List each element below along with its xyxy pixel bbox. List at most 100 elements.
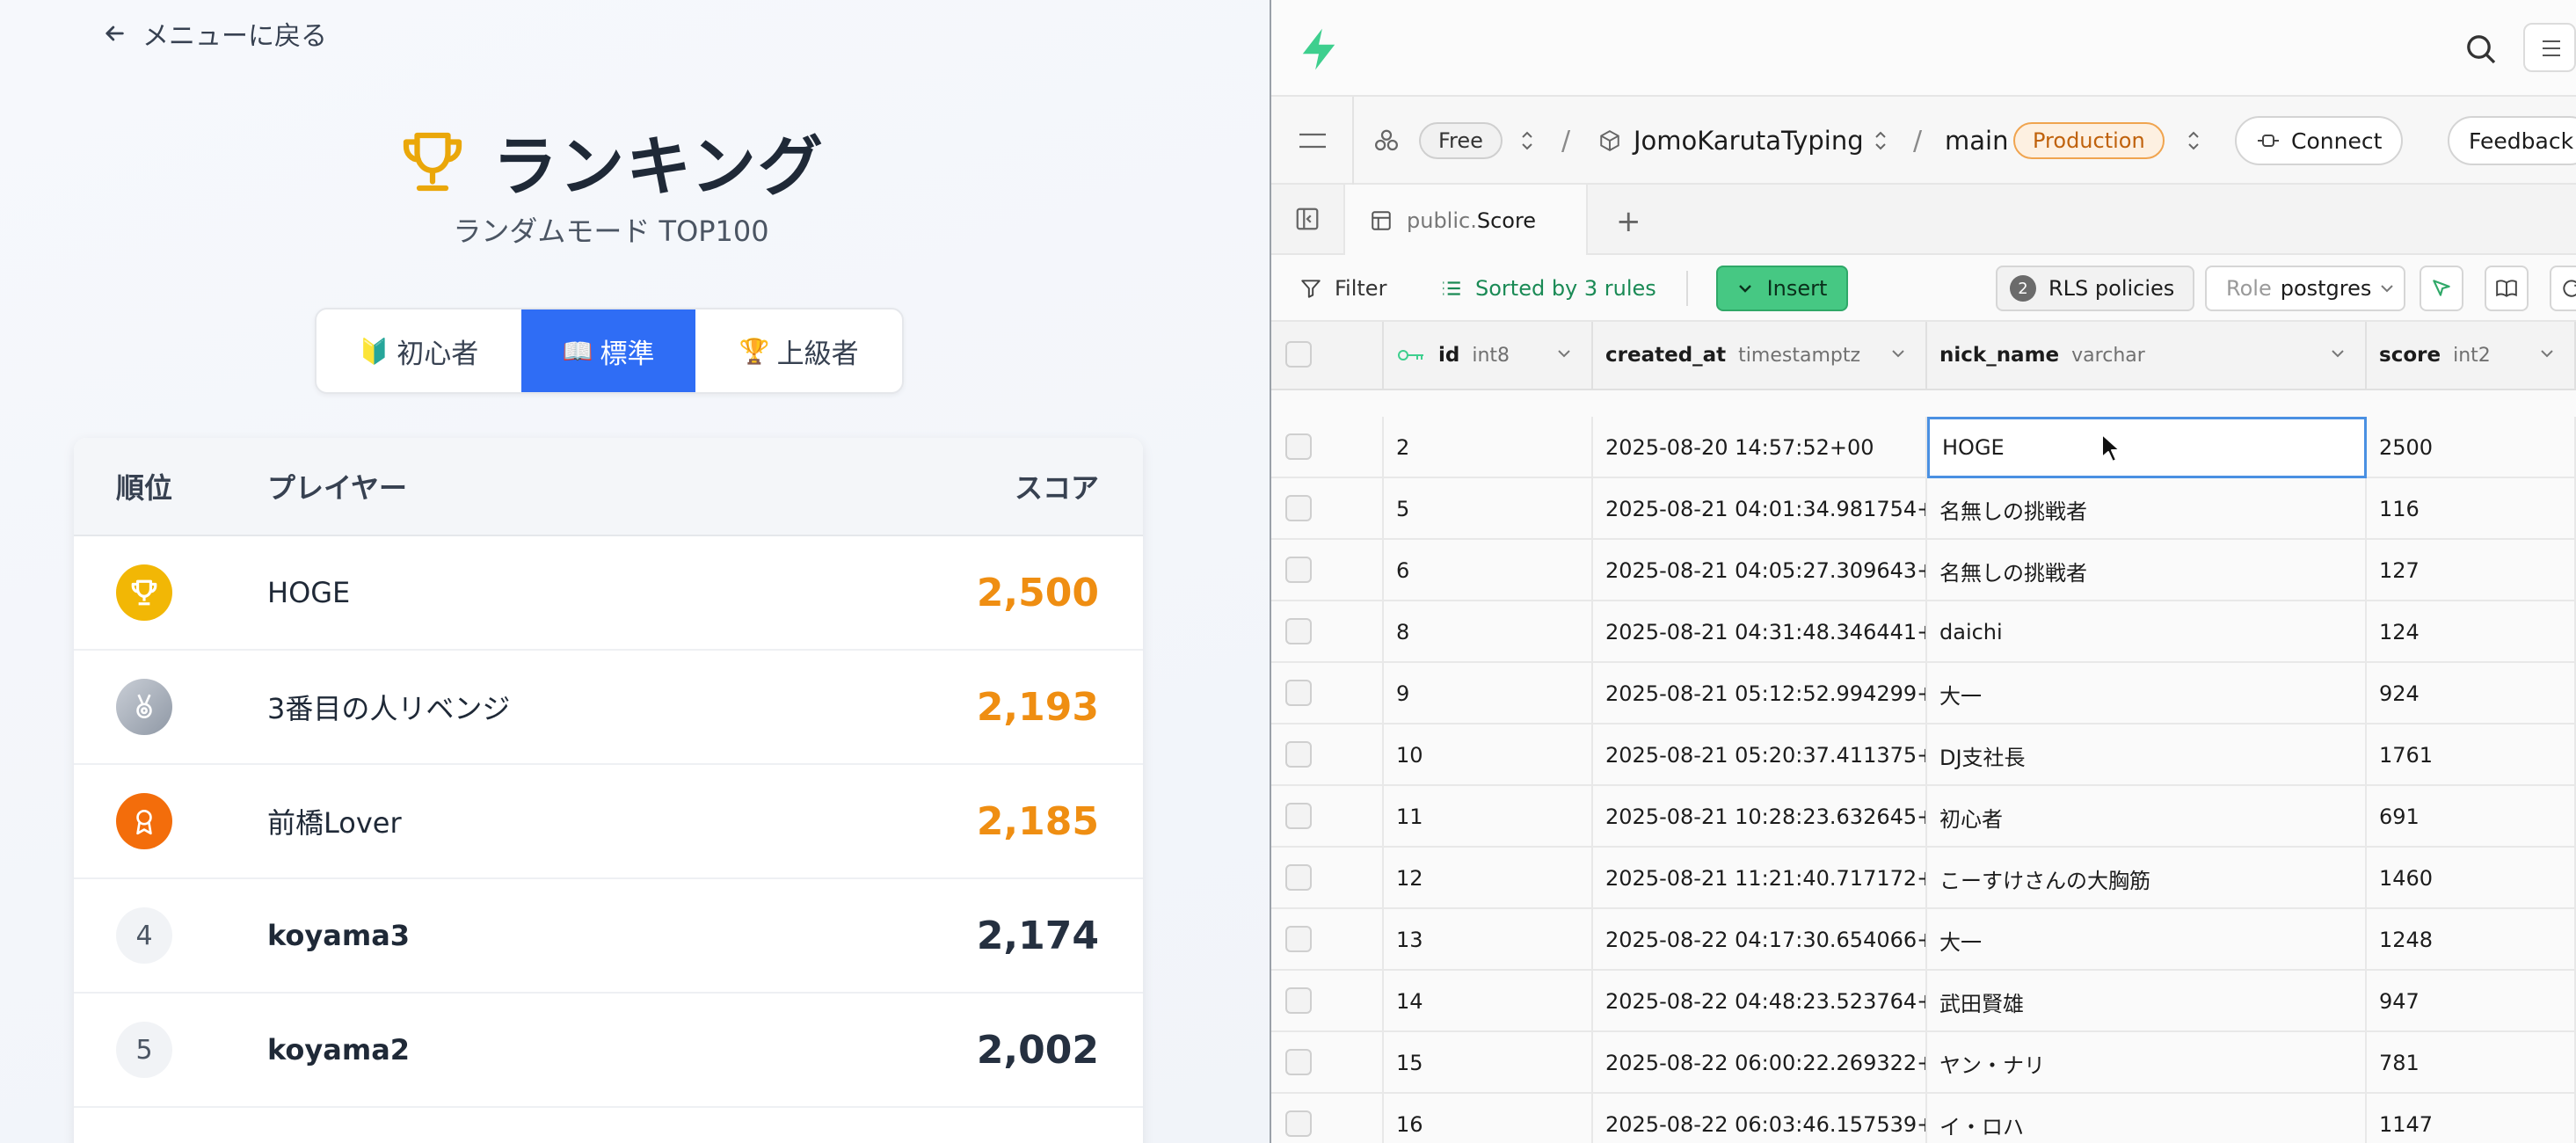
cell-id[interactable]: 15 [1384, 1032, 1593, 1094]
cell-nick-name[interactable]: イ・ロハ [1927, 1094, 2367, 1143]
branch-switcher-chevron-icon[interactable] [2186, 97, 2201, 185]
supabase-logo-icon[interactable] [1296, 26, 1342, 72]
cell-id[interactable]: 14 [1384, 971, 1593, 1032]
table-row[interactable]: 13 2025-08-22 04:17:30.654066+00 大一 1248 [1271, 909, 2576, 971]
cell-id[interactable]: 2 [1384, 417, 1593, 478]
cell-created-at[interactable]: 2025-08-21 11:21:40.717172+00 [1593, 848, 1927, 909]
select-all-checkbox[interactable] [1285, 341, 1312, 368]
row-checkbox[interactable] [1285, 1049, 1312, 1075]
cell-created-at[interactable]: 2025-08-21 05:20:37.411375+00 [1593, 724, 1927, 786]
cell-score[interactable]: 781 [2367, 1032, 2576, 1094]
column-header-id[interactable]: id int8 [1384, 322, 1593, 389]
tab-beginner[interactable]: 🔰 初心者 [317, 309, 521, 392]
tab-standard[interactable]: 📖 標準 [520, 309, 696, 392]
cell-nick-name[interactable]: 初心者 [1927, 786, 2367, 848]
row-checkbox[interactable] [1285, 803, 1312, 829]
cell-id[interactable]: 8 [1384, 601, 1593, 663]
branch-selector[interactable]: main [1945, 97, 2008, 185]
back-to-menu-link[interactable]: メニューに戻る [102, 14, 327, 53]
cell-created-at[interactable]: 2025-08-20 14:57:52+00 [1593, 417, 1927, 478]
column-header-created-at[interactable]: created_at timestamptz [1593, 322, 1927, 389]
cell-score[interactable]: 947 [2367, 971, 2576, 1032]
tab-advanced[interactable]: 🏆 上級者 [695, 309, 902, 392]
docs-button[interactable] [2485, 266, 2529, 311]
cell-nick-name[interactable]: 大一 [1927, 909, 2367, 971]
cell-score[interactable]: 124 [2367, 601, 2576, 663]
table-row[interactable]: 11 2025-08-21 10:28:23.632645+00 初心者 691 [1271, 786, 2576, 848]
feedback-button[interactable]: Feedback [2448, 116, 2576, 165]
cell-created-at[interactable]: 2025-08-21 04:01:34.981754+00 [1593, 478, 1927, 540]
row-checkbox[interactable] [1285, 557, 1312, 583]
cell-id[interactable]: 9 [1384, 663, 1593, 724]
row-checkbox[interactable] [1285, 926, 1312, 952]
row-checkbox[interactable] [1285, 433, 1312, 460]
cell-score[interactable]: 116 [2367, 478, 2576, 540]
add-tab-icon[interactable]: + [1616, 204, 1641, 239]
cell-created-at[interactable]: 2025-08-22 04:17:30.654066+00 [1593, 909, 1927, 971]
cell-nick-name-selected[interactable]: HOGE [1927, 417, 2367, 478]
refresh-button[interactable] [2550, 266, 2576, 311]
row-checkbox[interactable] [1285, 741, 1312, 768]
connect-button[interactable]: Connect [2235, 116, 2404, 165]
chevron-down-icon[interactable] [1556, 348, 1572, 359]
cell-created-at[interactable]: 2025-08-21 10:28:23.632645+00 [1593, 786, 1927, 848]
search-icon[interactable] [2463, 32, 2499, 67]
cell-created-at[interactable]: 2025-08-22 06:03:46.157539+00 [1593, 1094, 1927, 1143]
cell-score[interactable]: 1761 [2367, 724, 2576, 786]
cell-created-at[interactable]: 2025-08-21 04:05:27.309643+00 [1593, 540, 1927, 601]
cell-created-at[interactable]: 2025-08-22 04:48:23.523764+00 [1593, 971, 1927, 1032]
table-row[interactable]: 9 2025-08-21 05:12:52.994299+00 大一 924 [1271, 663, 2576, 724]
cell-id[interactable]: 5 [1384, 478, 1593, 540]
cell-nick-name[interactable]: DJ支社長 [1927, 724, 2367, 786]
cell-nick-name[interactable]: daichi [1927, 601, 2367, 663]
table-row[interactable]: 2 2025-08-20 14:57:52+00 HOGE 2500 [1271, 417, 2576, 478]
cell-id[interactable]: 12 [1384, 848, 1593, 909]
table-row[interactable]: 8 2025-08-21 04:31:48.346441+00 daichi 1… [1271, 601, 2576, 663]
cell-score[interactable]: 1147 [2367, 1094, 2576, 1143]
table-row[interactable]: 15 2025-08-22 06:00:22.269322+00 ヤン・ナリ 7… [1271, 1032, 2576, 1094]
table-row[interactable]: 10 2025-08-21 05:20:37.411375+00 DJ支社長 1… [1271, 724, 2576, 786]
cell-nick-name[interactable]: 武田賢雄 [1927, 971, 2367, 1032]
rls-policies-button[interactable]: 2 RLS policies [1996, 266, 2194, 311]
chevron-down-icon[interactable] [1890, 348, 1906, 359]
chevron-down-icon[interactable] [2539, 348, 2555, 359]
table-row[interactable]: 6 2025-08-21 04:05:27.309643+00 名無しの挑戦者 … [1271, 540, 2576, 601]
column-header-score[interactable]: score int2 [2367, 322, 2576, 389]
column-header-nick-name[interactable]: nick_name varchar [1927, 322, 2367, 389]
cell-nick-name[interactable]: 大一 [1927, 663, 2367, 724]
tab-public-score[interactable]: public.Score [1343, 185, 1588, 257]
cell-nick-name[interactable]: こーすけさんの大胸筋 [1927, 848, 2367, 909]
cell-id[interactable]: 10 [1384, 724, 1593, 786]
row-checkbox[interactable] [1285, 680, 1312, 706]
cell-id[interactable]: 16 [1384, 1094, 1593, 1143]
cell-id[interactable]: 6 [1384, 540, 1593, 601]
row-checkbox[interactable] [1285, 987, 1312, 1014]
table-row[interactable]: 12 2025-08-21 11:21:40.717172+00 こーすけさんの… [1271, 848, 2576, 909]
cursor-select-button[interactable] [2420, 266, 2463, 311]
insert-button[interactable]: Insert [1716, 266, 1848, 311]
cell-id[interactable]: 13 [1384, 909, 1593, 971]
chevron-down-icon[interactable] [2330, 348, 2346, 359]
cell-score[interactable]: 1248 [2367, 909, 2576, 971]
table-row[interactable]: 16 2025-08-22 06:03:46.157539+00 イ・ロハ 11… [1271, 1094, 2576, 1143]
panel-toggle-icon[interactable] [1294, 206, 1321, 232]
cell-created-at[interactable]: 2025-08-22 06:00:22.269322+00 [1593, 1032, 1927, 1094]
cell-nick-name[interactable]: ヤン・ナリ [1927, 1032, 2367, 1094]
filter-button[interactable]: Filter [1299, 255, 1386, 322]
row-checkbox[interactable] [1285, 864, 1312, 891]
role-selector[interactable]: Role postgres [2205, 266, 2405, 311]
org-switcher-chevron-icon[interactable] [1519, 97, 1535, 185]
cell-nick-name[interactable]: 名無しの挑戦者 [1927, 540, 2367, 601]
cell-score[interactable]: 1460 [2367, 848, 2576, 909]
cell-id[interactable]: 11 [1384, 786, 1593, 848]
row-checkbox[interactable] [1285, 618, 1312, 644]
cell-score[interactable]: 127 [2367, 540, 2576, 601]
menu-button[interactable] [2523, 23, 2576, 72]
row-checkbox[interactable] [1285, 1110, 1312, 1137]
cell-nick-name[interactable]: 名無しの挑戦者 [1927, 478, 2367, 540]
cell-score[interactable]: 2500 [2367, 417, 2576, 478]
row-checkbox[interactable] [1285, 495, 1312, 521]
cell-created-at[interactable]: 2025-08-21 04:31:48.346441+00 [1593, 601, 1927, 663]
sort-button[interactable]: Sorted by 3 rules [1440, 255, 1656, 322]
table-row[interactable]: 5 2025-08-21 04:01:34.981754+00 名無しの挑戦者 … [1271, 478, 2576, 540]
